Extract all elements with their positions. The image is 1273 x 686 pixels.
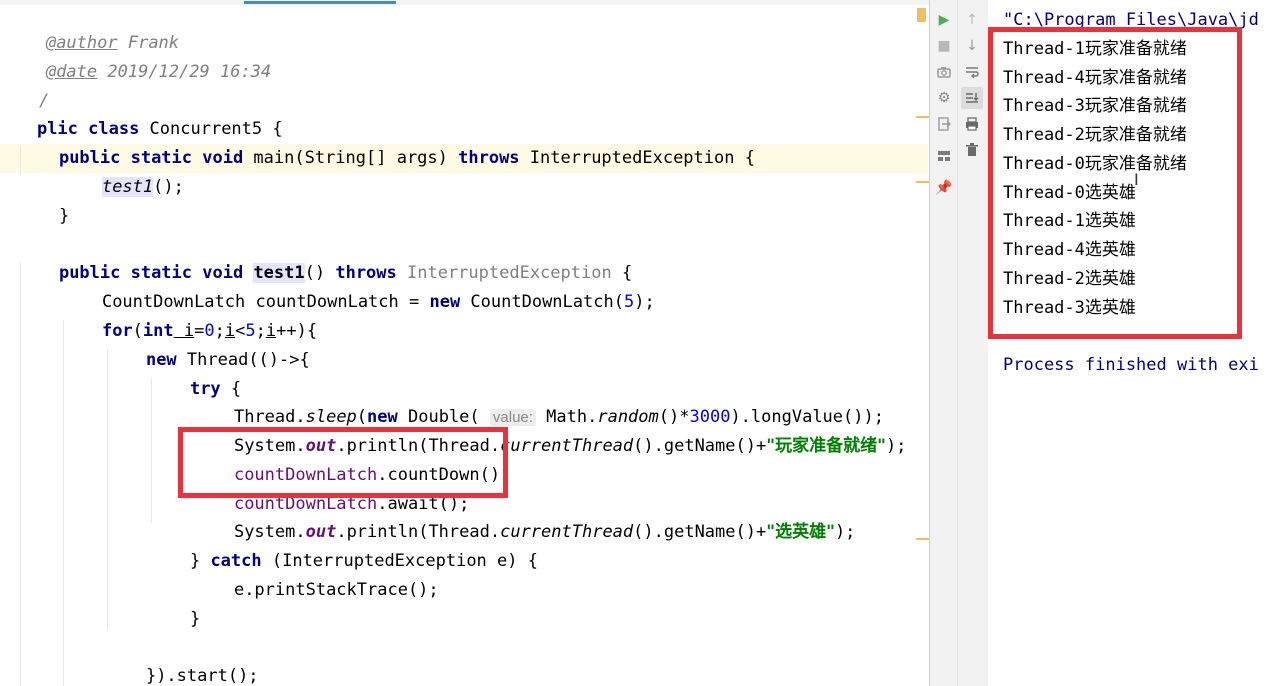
code-editor[interactable]: @author Frank @date 2019/12/29 16:34 / p… — [0, 0, 930, 686]
run-toolbar: ▶ ■ ⚙ 📌 ↑ ↓ — [930, 0, 988, 686]
exit-icon[interactable] — [933, 113, 955, 135]
method-call: test1 — [101, 177, 154, 197]
pin-icon[interactable]: 📌 — [933, 177, 955, 199]
code-line-brace: } — [18, 173, 69, 226]
method-call: e.printStackTrace(); — [233, 580, 439, 600]
text-cursor-icon: I — [1134, 170, 1139, 189]
method-signature: main(String[] args) — [243, 148, 459, 168]
code-line-author: @author Frank — [5, 0, 179, 53]
code-line-call: test1(); — [61, 144, 184, 197]
up-arrow-icon[interactable]: ↑ — [961, 9, 983, 31]
brace: } — [58, 206, 70, 226]
keyword: throws — [458, 148, 520, 168]
keyword: new — [429, 292, 461, 312]
highlight-box-code — [178, 427, 508, 498]
code-line-for: for(int i=0;i<5;i++){ — [61, 288, 317, 341]
code-line-start: }).start(); — [105, 633, 259, 686]
trash-icon[interactable] — [961, 139, 983, 161]
code-line-latch: CountDownLatch countDownLatch = new Coun… — [61, 259, 655, 312]
method-chain: ().getName()+ — [633, 522, 767, 542]
string-literal: "选英雄" — [766, 522, 835, 542]
doc-tag: @date — [45, 62, 98, 82]
soft-wrap-icon[interactable] — [961, 61, 983, 83]
code-line-brace: } — [61, 662, 112, 686]
warning-marker[interactable] — [916, 116, 930, 118]
active-tab-indicator — [244, 1, 396, 4]
code-line-stacktrace: e.printStackTrace(); — [193, 547, 439, 600]
method-call: currentThread — [500, 436, 634, 456]
indent-guide — [20, 262, 21, 686]
code-line-class: plic class Concurrent5 { — [0, 86, 283, 139]
code-line-doc-end: / — [0, 58, 49, 111]
method-call: }).start(); — [145, 666, 259, 686]
scroll-to-end-icon[interactable] — [961, 87, 983, 109]
rerun-icon[interactable]: ▶ — [933, 9, 955, 31]
paren: ); — [885, 436, 907, 456]
code-line-catch: } catch (InterruptedException e) { — [149, 518, 538, 571]
code-line-try: try { — [149, 346, 241, 399]
constructor: CountDownLatch( — [460, 292, 624, 312]
process-finished-line: Process finished with exi — [1003, 355, 1259, 375]
code-line-main: public static void main(String[] args) t… — [18, 115, 755, 168]
warning-marker[interactable] — [916, 538, 930, 540]
brace: } — [189, 609, 201, 629]
code-line-thread: new Thread(()->{ — [105, 317, 310, 370]
doc-text: 2019/12/29 16:34 — [97, 62, 272, 82]
toolbar-separator — [957, 0, 958, 686]
call-tail: (); — [153, 177, 184, 197]
layout-icon[interactable] — [933, 145, 955, 167]
stop-icon[interactable]: ■ — [933, 35, 955, 57]
code-line-sleep: Thread.sleep(new Double( value: Math.ran… — [193, 374, 884, 427]
number: 5 — [623, 292, 635, 312]
warning-marker[interactable] — [916, 181, 930, 183]
camera-icon[interactable] — [933, 61, 955, 83]
paren: ); — [634, 292, 655, 312]
code-line-test1: public static void test1() throws Interr… — [18, 230, 632, 283]
string-literal: "玩家准备就绪" — [766, 436, 886, 456]
settings-icon[interactable]: ⚙ — [933, 87, 955, 109]
highlight-box-console — [988, 27, 1242, 339]
paren: ); — [834, 522, 856, 542]
down-arrow-icon[interactable]: ↓ — [961, 35, 983, 57]
code-line-date: @date 2019/12/29 16:34 — [5, 29, 271, 82]
run-console[interactable]: "C:\Program Files\Java\jd Thread-1玩家准备就绪… — [988, 0, 1273, 686]
error-stripe[interactable] — [906, 0, 930, 686]
print-icon[interactable] — [961, 113, 983, 135]
editor-scrollbar[interactable] — [917, 8, 926, 22]
method-chain: ().getName()+ — [633, 436, 767, 456]
code-line-brace: } — [149, 576, 200, 629]
exception-type: InterruptedException { — [519, 148, 755, 168]
